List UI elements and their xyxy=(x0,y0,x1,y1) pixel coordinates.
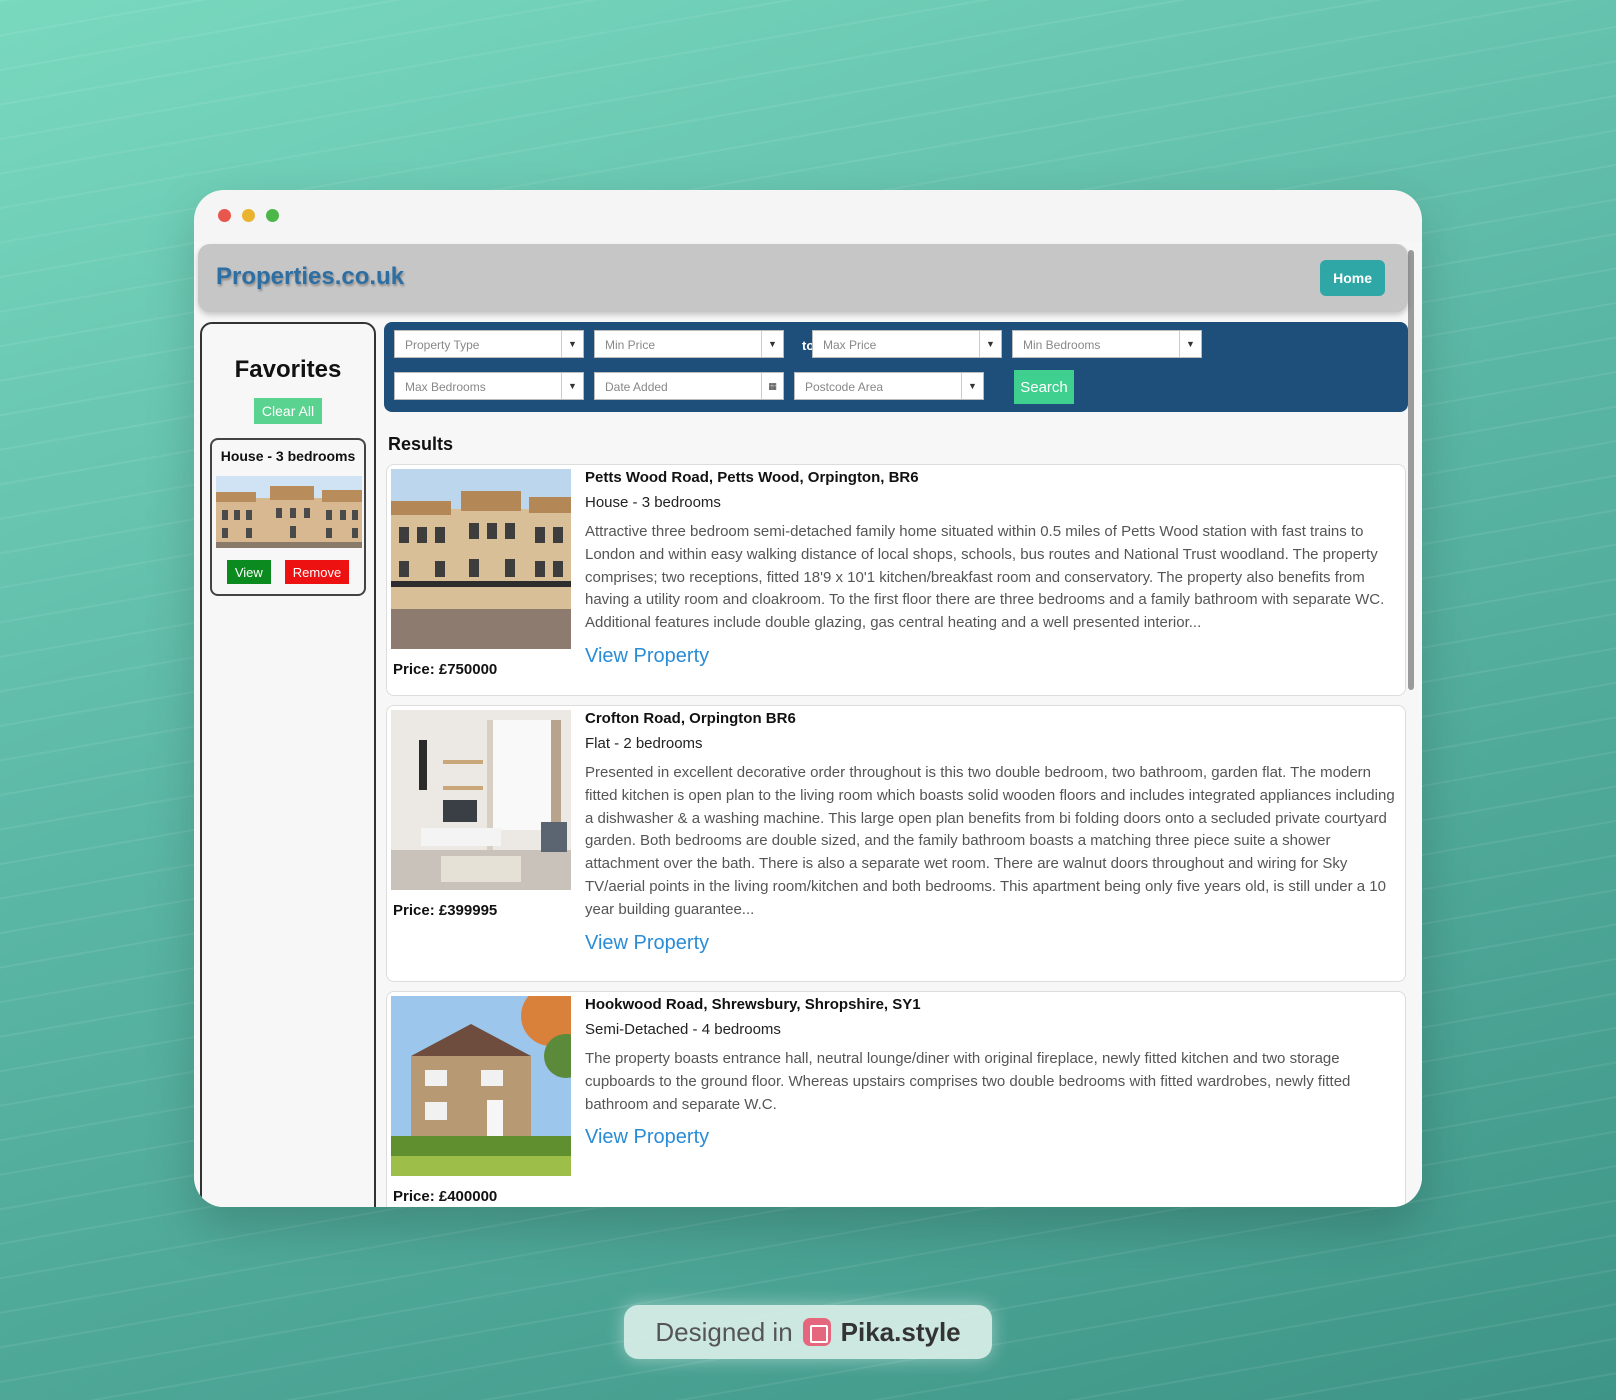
max-bedrooms-placeholder: Max Bedrooms xyxy=(405,380,486,394)
property-price: Price: £399995 xyxy=(393,902,498,919)
designed-in-label: Designed in xyxy=(655,1316,793,1347)
favorite-thumbnail xyxy=(216,476,362,548)
property-photo[interactable] xyxy=(391,710,571,890)
favorites-title: Favorites xyxy=(234,356,342,383)
chevron-down-icon: ▼ xyxy=(561,373,583,399)
favorite-actions: View Remove xyxy=(216,560,360,584)
property-type: Semi-Detached - 4 bedrooms xyxy=(585,1021,781,1038)
date-added-input[interactable]: Date Added ▦ xyxy=(594,372,784,400)
designed-in-badge[interactable]: Designed in Pika.style xyxy=(624,1305,992,1359)
min-bedrooms-placeholder: Min Bedrooms xyxy=(1023,338,1101,352)
property-details: Hookwood Road, Shrewsbury, Shropshire, S… xyxy=(585,996,1395,1149)
property-address: Hookwood Road, Shrewsbury, Shropshire, S… xyxy=(585,996,921,1013)
view-property-link[interactable]: View Property xyxy=(585,1126,709,1149)
postcode-area-select[interactable]: Postcode Area ▼ xyxy=(794,372,984,400)
max-price-placeholder: Max Price xyxy=(823,338,877,352)
property-type-placeholder: Property Type xyxy=(405,338,480,352)
close-window-dot[interactable] xyxy=(218,209,231,222)
max-price-select[interactable]: Max Price ▼ xyxy=(812,330,1002,358)
postcode-area-placeholder: Postcode Area xyxy=(805,380,884,394)
property-card: Price: £750000 Petts Wood Road, Petts Wo… xyxy=(386,464,1406,696)
max-bedrooms-select[interactable]: Max Bedrooms ▼ xyxy=(394,372,584,400)
property-address: Petts Wood Road, Petts Wood, Orpington, … xyxy=(585,469,919,486)
home-button[interactable]: Home xyxy=(1320,260,1385,296)
pika-logo-icon xyxy=(802,1318,831,1346)
property-price: Price: £400000 xyxy=(393,1188,498,1205)
clear-all-button[interactable]: Clear All xyxy=(253,398,323,424)
chevron-down-icon: ▼ xyxy=(979,331,1001,357)
search-filter-bar: Property Type ▼ Min Price ▼ to Max Price… xyxy=(384,322,1408,412)
property-type-select[interactable]: Property Type ▼ xyxy=(394,330,584,358)
property-card: Price: £400000 Hookwood Road, Shrewsbury… xyxy=(386,991,1406,1207)
property-description: Presented in excellent decorative order … xyxy=(585,764,1395,918)
min-price-placeholder: Min Price xyxy=(605,338,656,352)
chevron-down-icon: ▼ xyxy=(761,331,783,357)
results-heading: Results xyxy=(388,434,454,454)
min-bedrooms-select[interactable]: Min Bedrooms ▼ xyxy=(1012,330,1202,358)
favorites-sidebar: Favorites Clear All House - 3 bedrooms V… xyxy=(200,322,376,1207)
calendar-icon[interactable]: ▦ xyxy=(761,373,783,399)
favorite-view-button[interactable]: View xyxy=(226,560,271,584)
site-header: Properties.co.uk Home xyxy=(198,244,1408,312)
chevron-down-icon: ▼ xyxy=(961,373,983,399)
property-details: Crofton Road, Orpington BR6 Flat - 2 bed… xyxy=(585,710,1395,955)
view-property-link[interactable]: View Property xyxy=(585,932,709,955)
favorite-card: House - 3 bedrooms View Remove xyxy=(210,438,366,596)
property-type: House - 3 bedrooms xyxy=(585,494,721,511)
property-type: Flat - 2 bedrooms xyxy=(585,735,703,752)
site-logo[interactable]: Properties.co.uk xyxy=(216,263,404,291)
vertical-scrollbar[interactable] xyxy=(1408,250,1414,690)
window-titlebar xyxy=(194,190,1422,242)
property-description: Attractive three bedroom semi-detached f… xyxy=(585,523,1385,632)
favorite-name: House - 3 bedrooms xyxy=(220,448,356,464)
date-added-placeholder: Date Added xyxy=(605,380,668,394)
property-card: Price: £399995 Crofton Road, Orpington B… xyxy=(386,705,1406,982)
search-button[interactable]: Search xyxy=(1014,370,1074,404)
pika-brand-name: Pika.style xyxy=(840,1316,961,1347)
minimize-window-dot[interactable] xyxy=(242,209,255,222)
chevron-down-icon: ▼ xyxy=(561,331,583,357)
property-description: The property boasts entrance hall, neutr… xyxy=(585,1050,1351,1113)
browser-window: Properties.co.uk Home Favorites Clear Al… xyxy=(194,190,1422,1207)
property-photo[interactable] xyxy=(391,469,571,649)
favorite-remove-button[interactable]: Remove xyxy=(284,560,350,584)
property-details: Petts Wood Road, Petts Wood, Orpington, … xyxy=(585,469,1395,668)
property-price: Price: £750000 xyxy=(393,661,498,678)
maximize-window-dot[interactable] xyxy=(266,209,279,222)
page-viewport: Properties.co.uk Home Favorites Clear Al… xyxy=(194,242,1422,1207)
view-property-link[interactable]: View Property xyxy=(585,645,709,668)
min-price-select[interactable]: Min Price ▼ xyxy=(594,330,784,358)
chevron-down-icon: ▼ xyxy=(1179,331,1201,357)
property-photo[interactable] xyxy=(391,996,571,1176)
property-address: Crofton Road, Orpington BR6 xyxy=(585,710,796,727)
